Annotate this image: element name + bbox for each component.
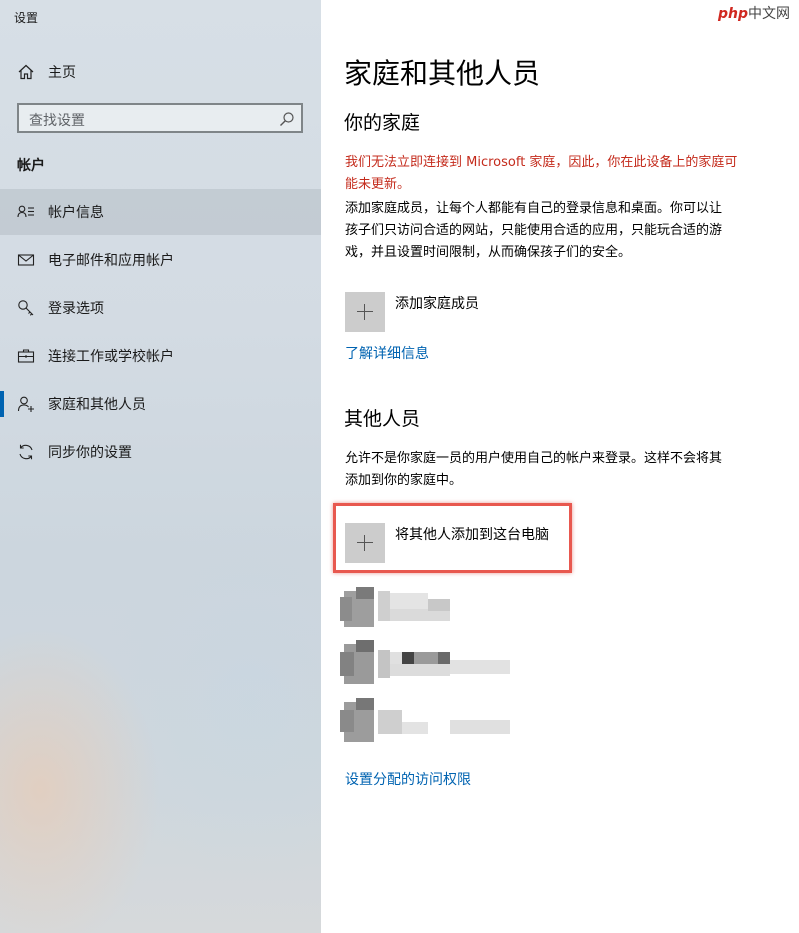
sidebar-item-sync[interactable]: 同步你的设置: [0, 429, 321, 475]
description-line: 添加家庭成员，让每个人都能有自己的登录信息和桌面。你可以让: [345, 201, 723, 216]
redacted-pixel: [340, 652, 354, 676]
redacted-pixel: [378, 650, 390, 678]
sidebar-item-work-school[interactable]: 连接工作或学校帐户: [0, 333, 321, 379]
family-heading: 你的家庭: [344, 112, 421, 134]
assigned-access-link[interactable]: 设置分配的访问权限: [345, 769, 471, 789]
watermark-suffix: 中文网: [748, 6, 791, 22]
redacted-pixel: [428, 599, 450, 611]
description-line: 孩子们只访问合适的网站，只能使用合适的应用，只能玩合适的游: [345, 223, 723, 238]
redacted-pixel: [390, 652, 402, 664]
redacted-pixel: [356, 698, 374, 710]
mail-icon: [17, 254, 35, 266]
redacted-pixel: [402, 722, 428, 734]
user-list-item[interactable]: [340, 640, 520, 686]
account-info-icon: [17, 205, 34, 218]
sidebar-item-account-info[interactable]: 帐户信息: [0, 189, 321, 235]
sidebar-item-home[interactable]: 主页: [0, 49, 321, 95]
search-input[interactable]: 查找设置: [17, 103, 303, 133]
redacted-pixel: [356, 640, 374, 652]
sidebar-item-family[interactable]: 家庭和其他人员: [0, 381, 321, 427]
watermark-prefix: php: [718, 6, 749, 22]
redacted-pixel: [450, 720, 510, 734]
sidebar-item-label: 同步你的设置: [48, 445, 132, 461]
sidebar-item-label: 电子邮件和应用帐户: [48, 253, 174, 269]
redacted-pixel: [356, 587, 374, 599]
user-list-item[interactable]: [340, 698, 520, 744]
redacted-pixel: [340, 710, 354, 732]
redacted-pixel: [378, 710, 402, 734]
person-add-icon: [17, 396, 34, 412]
redacted-pixel: [378, 591, 390, 621]
sidebar-section-label: 帐户: [17, 158, 45, 174]
briefcase-icon: [17, 349, 35, 363]
redacted-pixel: [414, 652, 438, 664]
sidebar-item-label: 主页: [48, 65, 76, 81]
add-family-member-button[interactable]: [345, 292, 385, 332]
watermark-logo: php中文网: [718, 3, 790, 23]
sidebar-item-label: 帐户信息: [48, 205, 104, 221]
add-family-member-label[interactable]: 添加家庭成员: [395, 293, 479, 313]
redacted-pixel: [340, 597, 352, 621]
page-title: 家庭和其他人员: [344, 57, 541, 90]
other-people-heading: 其他人员: [344, 408, 421, 430]
description-line: 添加到你的家庭中。: [345, 473, 463, 488]
sidebar-item-label: 连接工作或学校帐户: [48, 349, 174, 365]
redacted-pixel: [390, 593, 428, 609]
warning-line: 我们无法立即连接到 Microsoft 家庭，因此，你在此设备上的家庭可: [345, 155, 738, 170]
add-other-user-label[interactable]: 将其他人添加到这台电脑: [395, 524, 549, 544]
sync-icon: [19, 444, 33, 460]
sidebar-item-label: 家庭和其他人员: [48, 397, 146, 413]
sidebar-item-label: 登录选项: [48, 301, 104, 317]
redacted-pixel: [438, 652, 450, 664]
family-warning: 我们无法立即连接到 Microsoft 家庭，因此，你在此设备上的家庭可 能未更…: [345, 152, 790, 196]
description-line: 戏，并且设置时间限制，从而确保孩子们的安全。: [345, 245, 632, 260]
search-icon[interactable]: [279, 111, 295, 127]
redacted-pixel: [390, 664, 450, 676]
description-line: 允许不是你家庭一员的用户使用自己的帐户来登录。这样不会将其: [345, 451, 723, 466]
family-description: 添加家庭成员，让每个人都能有自己的登录信息和桌面。你可以让 孩子们只访问合适的网…: [345, 198, 790, 264]
home-icon: [18, 64, 34, 80]
learn-more-link[interactable]: 了解详细信息: [345, 343, 429, 363]
sidebar-item-email-accounts[interactable]: 电子邮件和应用帐户: [0, 237, 321, 283]
user-list-item[interactable]: [340, 587, 520, 633]
sidebar-item-sign-in-options[interactable]: 登录选项: [0, 285, 321, 331]
redacted-pixel: [450, 660, 510, 674]
key-icon: [18, 300, 34, 316]
redacted-pixel: [402, 652, 414, 664]
window-title: 设置: [14, 11, 39, 25]
other-people-description: 允许不是你家庭一员的用户使用自己的帐户来登录。这样不会将其 添加到你的家庭中。: [345, 448, 790, 492]
add-other-user-button[interactable]: [345, 523, 385, 563]
warning-line: 能未更新。: [345, 177, 411, 192]
selection-indicator: [0, 391, 4, 417]
sidebar: 设置 主页 查找设置 帐户 帐户信息 电子邮件和应用帐户 登录选项 连接工作或学…: [0, 0, 321, 933]
search-placeholder: 查找设置: [29, 113, 85, 129]
